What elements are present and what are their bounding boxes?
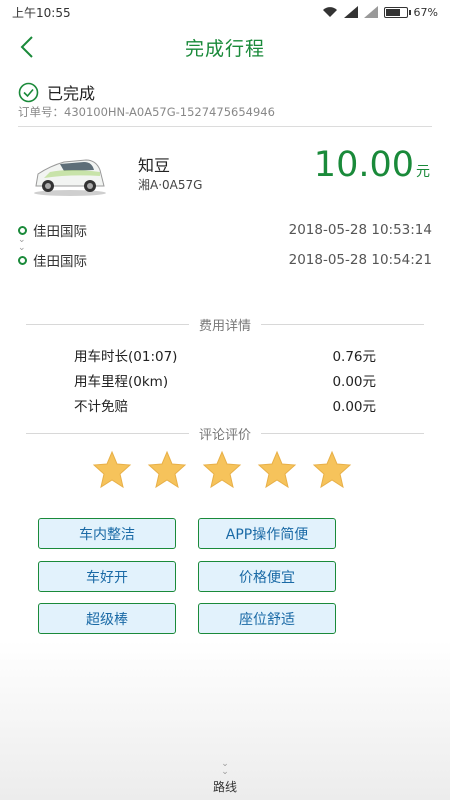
status-time: 上午10:55 [12,5,71,20]
battery-percent: 67% [413,5,438,19]
fee-row: 用车里程(0km) 0.00元 [74,370,376,390]
star-rating [92,450,352,490]
end-dot-icon [18,255,27,265]
car-image [34,159,106,196]
route-toggle[interactable]: ⌄ ⌄ 路线 [0,760,450,795]
rating-tag[interactable]: 座位舒适 [198,603,336,634]
chevron-left-icon [20,36,33,58]
order-number: 订单号：430100HN-A0A57G-1527475654946 [18,105,275,119]
nav-bar: 完成行程 [0,24,450,70]
total-price: 10.00 元 [314,145,430,185]
fee-row: 用车时长(01:07) 0.76元 [74,345,376,365]
trip-end-time: 2018-05-28 10:54:21 [288,252,432,268]
order-status-text: 已完成 [47,84,96,103]
trip-start-time: 2018-05-28 10:53:14 [288,222,432,238]
rating-tag[interactable]: 价格便宜 [198,561,336,592]
back-button[interactable] [12,32,42,62]
rating-section-header: 评论评价 [26,424,425,443]
fee-value: 0.00元 [332,374,376,390]
page-title: 完成行程 [184,37,265,60]
star-icon[interactable] [312,450,352,490]
order-status: 已完成 [18,80,95,104]
divider [18,126,432,127]
star-icon[interactable] [202,450,242,490]
battery-icon [383,6,411,18]
trip-end-place: 佳田国际 [33,254,87,270]
price-unit: 元 [416,164,430,180]
check-circle-icon [18,82,39,102]
route-label: 路线 [212,780,237,794]
car-model: 知豆 [138,156,171,175]
fee-label: 不计免赔 [74,399,128,415]
signal-icon [343,6,358,18]
star-icon[interactable] [147,450,187,490]
trip-start: 佳田国际 2018-05-28 10:53:14 [18,220,432,240]
rating-tag[interactable]: 超级棒 [38,603,176,634]
rating-tag[interactable]: 车内整洁 [38,518,176,549]
rating-section-title: 评论评价 [199,428,252,443]
screen: 上午10:55 67% 完成行程 已完成 订单号：430100HN-A0A57G… [0,0,450,800]
fee-label: 用车时长(01:07) [74,349,178,365]
rating-tag[interactable]: 车好开 [38,561,176,592]
fee-section-title: 费用详情 [199,319,252,334]
fee-label: 用车里程(0km) [74,374,169,390]
trip-end: 佳田国际 2018-05-28 10:54:21 [18,250,432,270]
status-bar: 上午10:55 67% [0,0,450,24]
battery-level-fill [385,8,401,16]
car-plate: 湘A·0A57G [138,178,203,192]
price-value: 10.00 [313,145,414,185]
fee-row: 不计免赔 0.00元 [74,395,376,415]
divider [26,324,189,325]
fee-section-header: 费用详情 [26,315,425,334]
star-icon[interactable] [257,450,297,490]
wifi-icon [322,7,337,17]
divider [26,433,189,434]
signal-icon [363,6,378,18]
divider [261,324,425,325]
fee-value: 0.76元 [332,349,376,365]
trip-start-place: 佳田国际 [33,224,87,240]
rating-tag[interactable]: APP操作简便 [198,518,336,549]
status-icons: 67% [322,6,438,19]
start-dot-icon [18,225,27,235]
divider [261,433,425,434]
rating-tags: 车内整洁 APP操作简便 车好开 价格便宜 超级棒 座位舒适 [30,513,348,640]
star-icon[interactable] [92,450,132,490]
fee-value: 0.00元 [332,399,376,415]
double-chevron-down-icon: ⌄ ⌄ [221,759,229,777]
